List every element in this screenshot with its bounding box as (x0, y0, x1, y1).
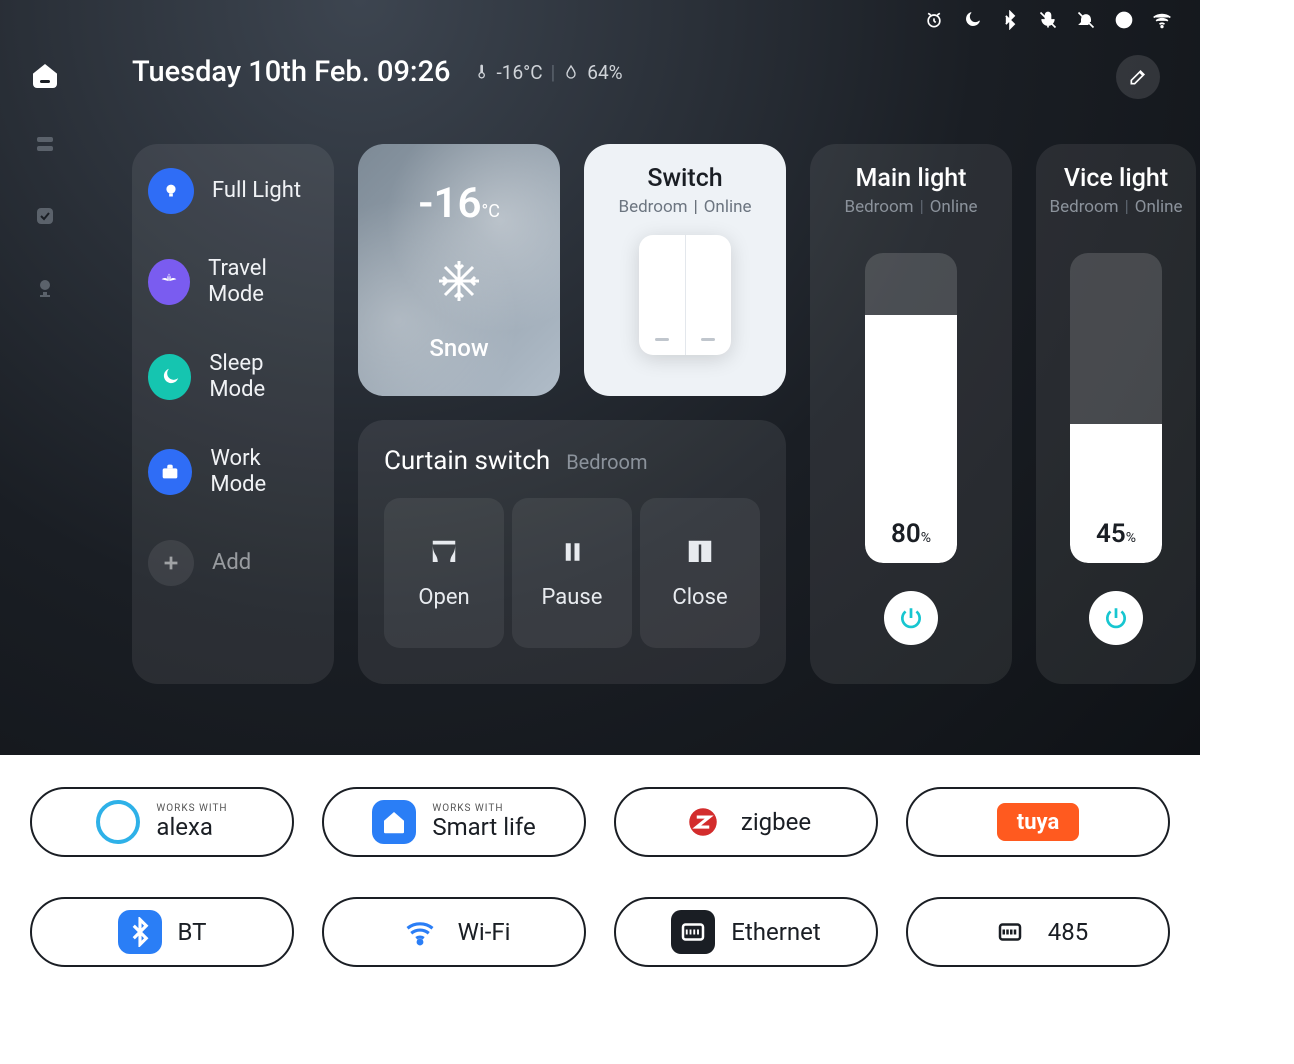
switch-card[interactable]: Switch Bedroom|Online (584, 144, 786, 396)
wifi-badge-icon (398, 910, 442, 954)
button-label: Pause (542, 585, 603, 610)
ethernet-icon (671, 910, 715, 954)
switch-meta: Bedroom|Online (618, 197, 751, 217)
scene-full-light[interactable]: Full Light (148, 168, 318, 214)
curtain-close-icon (685, 537, 715, 567)
button-label: Close (672, 585, 727, 610)
bell-muted-icon (1076, 10, 1096, 34)
light-meta: Bedroom|Online (1050, 197, 1183, 217)
power-button[interactable] (884, 591, 938, 645)
curtain-card: Curtain switch Bedroom Open Pause Close (358, 420, 786, 684)
moon-icon (962, 10, 982, 34)
alarm-icon (924, 10, 944, 34)
power-icon (898, 605, 924, 631)
cards-row[interactable]: Full Light Travel Mode Sleep Mode Work M… (132, 144, 1200, 695)
vice-light-card: Vice light Bedroom|Online 45% (1036, 144, 1196, 684)
wifi-icon (1152, 10, 1172, 34)
globe-icon (1114, 10, 1134, 34)
scene-label: Add (212, 550, 251, 576)
palm-icon (148, 259, 190, 305)
badge-bt: BT (30, 897, 294, 967)
scenes-card: Full Light Travel Mode Sleep Mode Work M… (132, 144, 334, 684)
status-bar (924, 10, 1172, 34)
badge-label: 485 (1048, 918, 1088, 946)
main-light-card: Main light Bedroom|Online 80% (810, 144, 1012, 684)
scene-work-mode[interactable]: Work Mode (148, 446, 318, 499)
bluetooth-icon (1000, 10, 1020, 34)
badge-wifi: Wi-Fi (322, 897, 586, 967)
badge-ethernet: Ethernet (614, 897, 878, 967)
curtain-pause-button[interactable]: Pause (512, 498, 632, 648)
badge-label: zigbee (741, 808, 811, 836)
badge-485: 485 (906, 897, 1170, 967)
bluetooth-badge-icon (118, 910, 162, 954)
scene-sleep-mode[interactable]: Sleep Mode (148, 351, 318, 404)
light-title: Vice light (1064, 164, 1168, 193)
badge-label: Smart life (432, 814, 535, 840)
brightness-slider[interactable]: 80% (865, 253, 957, 563)
plus-icon (148, 540, 194, 586)
nav-devices[interactable] (33, 132, 57, 160)
smart-home-panel: Tuesday 10th Feb. 09:26 -16°C | 64% Full… (0, 0, 1200, 755)
header-humidity: 64% (587, 61, 622, 84)
compatibility-badges: WORKS WITHalexa WORKS WITHSmart life zig… (0, 755, 1200, 1039)
badge-tuya: tuya (906, 787, 1170, 857)
curtain-open-icon (429, 537, 459, 567)
smartlife-icon (372, 800, 416, 844)
snowflake-icon (435, 257, 483, 305)
light-title: Main light (856, 164, 967, 193)
thermometer-icon (473, 64, 489, 80)
badge-smartlife: WORKS WITHSmart life (322, 787, 586, 857)
left-nav (0, 0, 90, 755)
badge-zigbee: zigbee (614, 787, 878, 857)
scene-add[interactable]: Add (148, 540, 318, 586)
brightness-slider[interactable]: 45% (1070, 253, 1162, 563)
zigbee-icon (681, 800, 725, 844)
bulb-icon (148, 168, 194, 214)
edit-button[interactable] (1116, 55, 1160, 99)
weather-temp: -16°C (418, 179, 500, 228)
top-bar: Tuesday 10th Feb. 09:26 -16°C | 64% (132, 55, 623, 89)
weather-summary: -16°C | 64% (473, 61, 623, 84)
curtain-close-button[interactable]: Close (640, 498, 760, 648)
mic-muted-icon (1038, 10, 1058, 34)
weather-condition: Snow (429, 334, 488, 362)
weather-card[interactable]: -16°C Snow (358, 144, 560, 396)
curtain-title: Curtain switch (384, 446, 550, 476)
scene-label: Sleep Mode (209, 351, 318, 404)
alexa-icon (96, 800, 140, 844)
badge-label: BT (178, 918, 207, 946)
badge-alexa: WORKS WITHalexa (30, 787, 294, 857)
middle-column: -16°C Snow Switch Bedroom|Online Curtain… (358, 144, 786, 695)
power-button[interactable] (1089, 591, 1143, 645)
datetime: Tuesday 10th Feb. 09:26 (132, 55, 451, 89)
scene-label: Work Mode (210, 446, 318, 499)
button-label: Open (418, 585, 469, 610)
scene-travel-mode[interactable]: Travel Mode (148, 256, 318, 309)
nav-home[interactable] (33, 64, 57, 88)
briefcase-icon (148, 449, 192, 495)
badge-label: alexa (156, 814, 227, 840)
droplet-icon (563, 64, 579, 80)
switch-title: Switch (647, 164, 722, 193)
switch-graphic (639, 235, 731, 355)
pencil-icon (1128, 67, 1148, 87)
header-temp: -16°C (497, 61, 543, 84)
curtain-room: Bedroom (566, 450, 647, 474)
rs485-icon (988, 910, 1032, 954)
nav-camera[interactable] (33, 276, 57, 304)
nav-tasks[interactable] (33, 204, 57, 232)
badge-label: Wi-Fi (458, 918, 511, 946)
tuya-icon: tuya (997, 803, 1079, 841)
scene-label: Full Light (212, 178, 301, 204)
scene-label: Travel Mode (208, 256, 318, 309)
pause-icon (557, 537, 587, 567)
moon-scene-icon (148, 354, 191, 400)
light-meta: Bedroom|Online (844, 197, 977, 217)
power-icon (1103, 605, 1129, 631)
curtain-open-button[interactable]: Open (384, 498, 504, 648)
badge-label: Ethernet (731, 918, 820, 946)
